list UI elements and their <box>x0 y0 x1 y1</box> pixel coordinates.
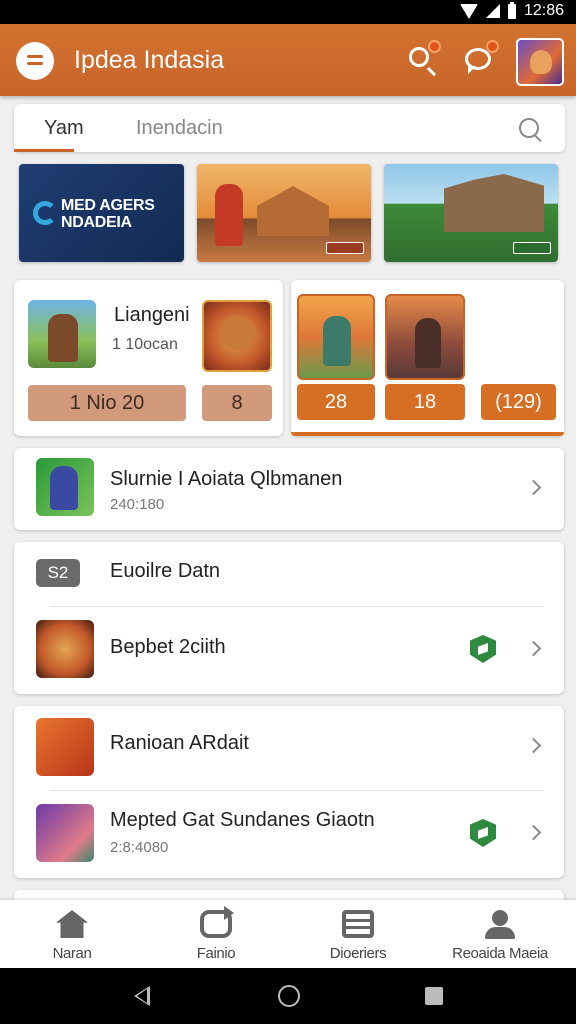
search-bar: Yam Inendacin <box>14 104 565 152</box>
featured-card-left[interactable]: Liangeni 1 10ocan 1 Nio 20 8 <box>14 280 283 436</box>
temple-illustration <box>257 186 329 236</box>
count-button[interactable]: 8 <box>202 385 272 421</box>
list-item-title: Slurnie I Aoiata Qlbmanen <box>110 468 343 490</box>
battery-icon <box>507 1 516 19</box>
price-button[interactable]: 18 <box>385 384 465 420</box>
profile-icon <box>484 910 516 939</box>
chat-icon <box>465 48 491 74</box>
banner-1[interactable]: MED AGERS NDADEIA <box>19 164 184 262</box>
signal-icon <box>485 4 500 18</box>
list-group: Ranioan ARdait Mepted Gat Sundanes Giaot… <box>14 706 564 878</box>
rank-badge: S2 <box>36 559 80 587</box>
search-tab[interactable]: Yam <box>44 117 84 140</box>
game-thumbnail <box>36 804 94 862</box>
menu-icon <box>27 55 43 58</box>
home-icon <box>56 910 88 938</box>
divider <box>50 606 544 607</box>
wifi-icon <box>459 3 478 19</box>
search-icon[interactable] <box>519 118 539 138</box>
banner-logo-icon <box>33 201 57 225</box>
game-thumbnail <box>297 294 375 380</box>
menu-icon-line <box>27 62 43 65</box>
share-icon <box>200 906 234 938</box>
search-icon <box>409 47 429 67</box>
chevron-right-icon[interactable] <box>525 737 542 754</box>
chevron-right-icon <box>525 479 542 496</box>
list-item-title[interactable]: Ranioan ARdait <box>110 732 249 755</box>
featured-title: Liangeni <box>114 304 190 326</box>
banner-tag <box>326 242 364 254</box>
notification-dot <box>428 40 441 53</box>
accent-strip <box>291 432 564 436</box>
notification-dot <box>486 40 499 53</box>
home-circle-icon[interactable] <box>278 985 300 1007</box>
verified-icon <box>470 635 496 663</box>
stats-button[interactable]: 1 Nio 20 <box>28 385 186 421</box>
status-icons: 12:86 <box>459 1 564 20</box>
game-thumbnail <box>36 718 94 776</box>
featured-meta: 1 10ocan <box>112 336 178 353</box>
game-thumbnail <box>385 294 465 380</box>
nav-item-profile[interactable]: Reoaida Maeia <box>440 900 560 968</box>
nav-item-list[interactable]: Dioeriers <box>306 900 410 968</box>
back-icon[interactable] <box>134 986 150 1006</box>
app-bar: Ipdea Indasia <box>0 24 576 96</box>
list-item-subtitle: 240:180 <box>110 496 165 513</box>
banner-3[interactable] <box>384 164 558 262</box>
system-nav-bar <box>0 968 576 1024</box>
list-item[interactable]: Slurnie I Aoiata Qlbmanen 240:180 <box>14 448 564 530</box>
chat-button[interactable] <box>463 40 499 78</box>
nav-item-share[interactable]: Fainio <box>164 900 268 968</box>
banner-1-text: MED AGERS NDADEIA <box>61 197 155 231</box>
list-icon <box>342 910 374 938</box>
banner-tag <box>513 242 551 254</box>
hero-illustration <box>215 184 243 246</box>
price-button[interactable]: (129) <box>481 384 556 420</box>
avatar[interactable] <box>516 38 564 86</box>
nav-label: Dioeriers <box>329 945 387 962</box>
price-button[interactable]: 28 <box>297 384 375 420</box>
recents-icon[interactable] <box>425 987 443 1005</box>
nav-label: Reoaida Maeia <box>452 945 548 962</box>
menu-button[interactable] <box>16 42 54 80</box>
list-item-title[interactable]: Euoilre Datn <box>110 560 220 583</box>
palace-illustration <box>444 174 544 232</box>
search-button[interactable] <box>405 40 441 78</box>
list-item-title[interactable]: Bepbet 2ciith <box>110 636 226 659</box>
verified-icon <box>470 819 496 847</box>
bottom-nav: Naran Fainio Dioeriers Reoaida Maeia <box>0 900 576 968</box>
game-thumbnail <box>202 300 272 372</box>
search-input[interactable]: Inendacin <box>136 117 223 140</box>
nav-label: Fainio <box>196 945 236 962</box>
divider <box>50 790 544 791</box>
chevron-right-icon[interactable] <box>525 824 542 841</box>
list-group: S2 Euoilre Datn Bepbet 2ciith <box>14 542 564 694</box>
list-item-title[interactable]: Mepted Gat Sundanes Giaotn <box>110 809 375 832</box>
chevron-right-icon[interactable] <box>525 640 542 657</box>
nav-item-home[interactable]: Naran <box>20 900 124 968</box>
featured-card-right[interactable]: 28 18 (129) <box>291 280 564 436</box>
game-thumbnail <box>28 300 96 368</box>
nav-label: Naran <box>52 945 92 962</box>
banner-2[interactable] <box>197 164 371 262</box>
status-time: 12:86 <box>523 2 564 19</box>
status-bar: 12:86 <box>0 0 576 24</box>
app-title: Ipdea Indasia <box>74 46 225 74</box>
list-item-subtitle: 2:8:4080 <box>110 839 169 856</box>
tab-underline <box>14 149 74 152</box>
game-thumbnail <box>36 458 94 516</box>
game-thumbnail <box>36 620 94 678</box>
